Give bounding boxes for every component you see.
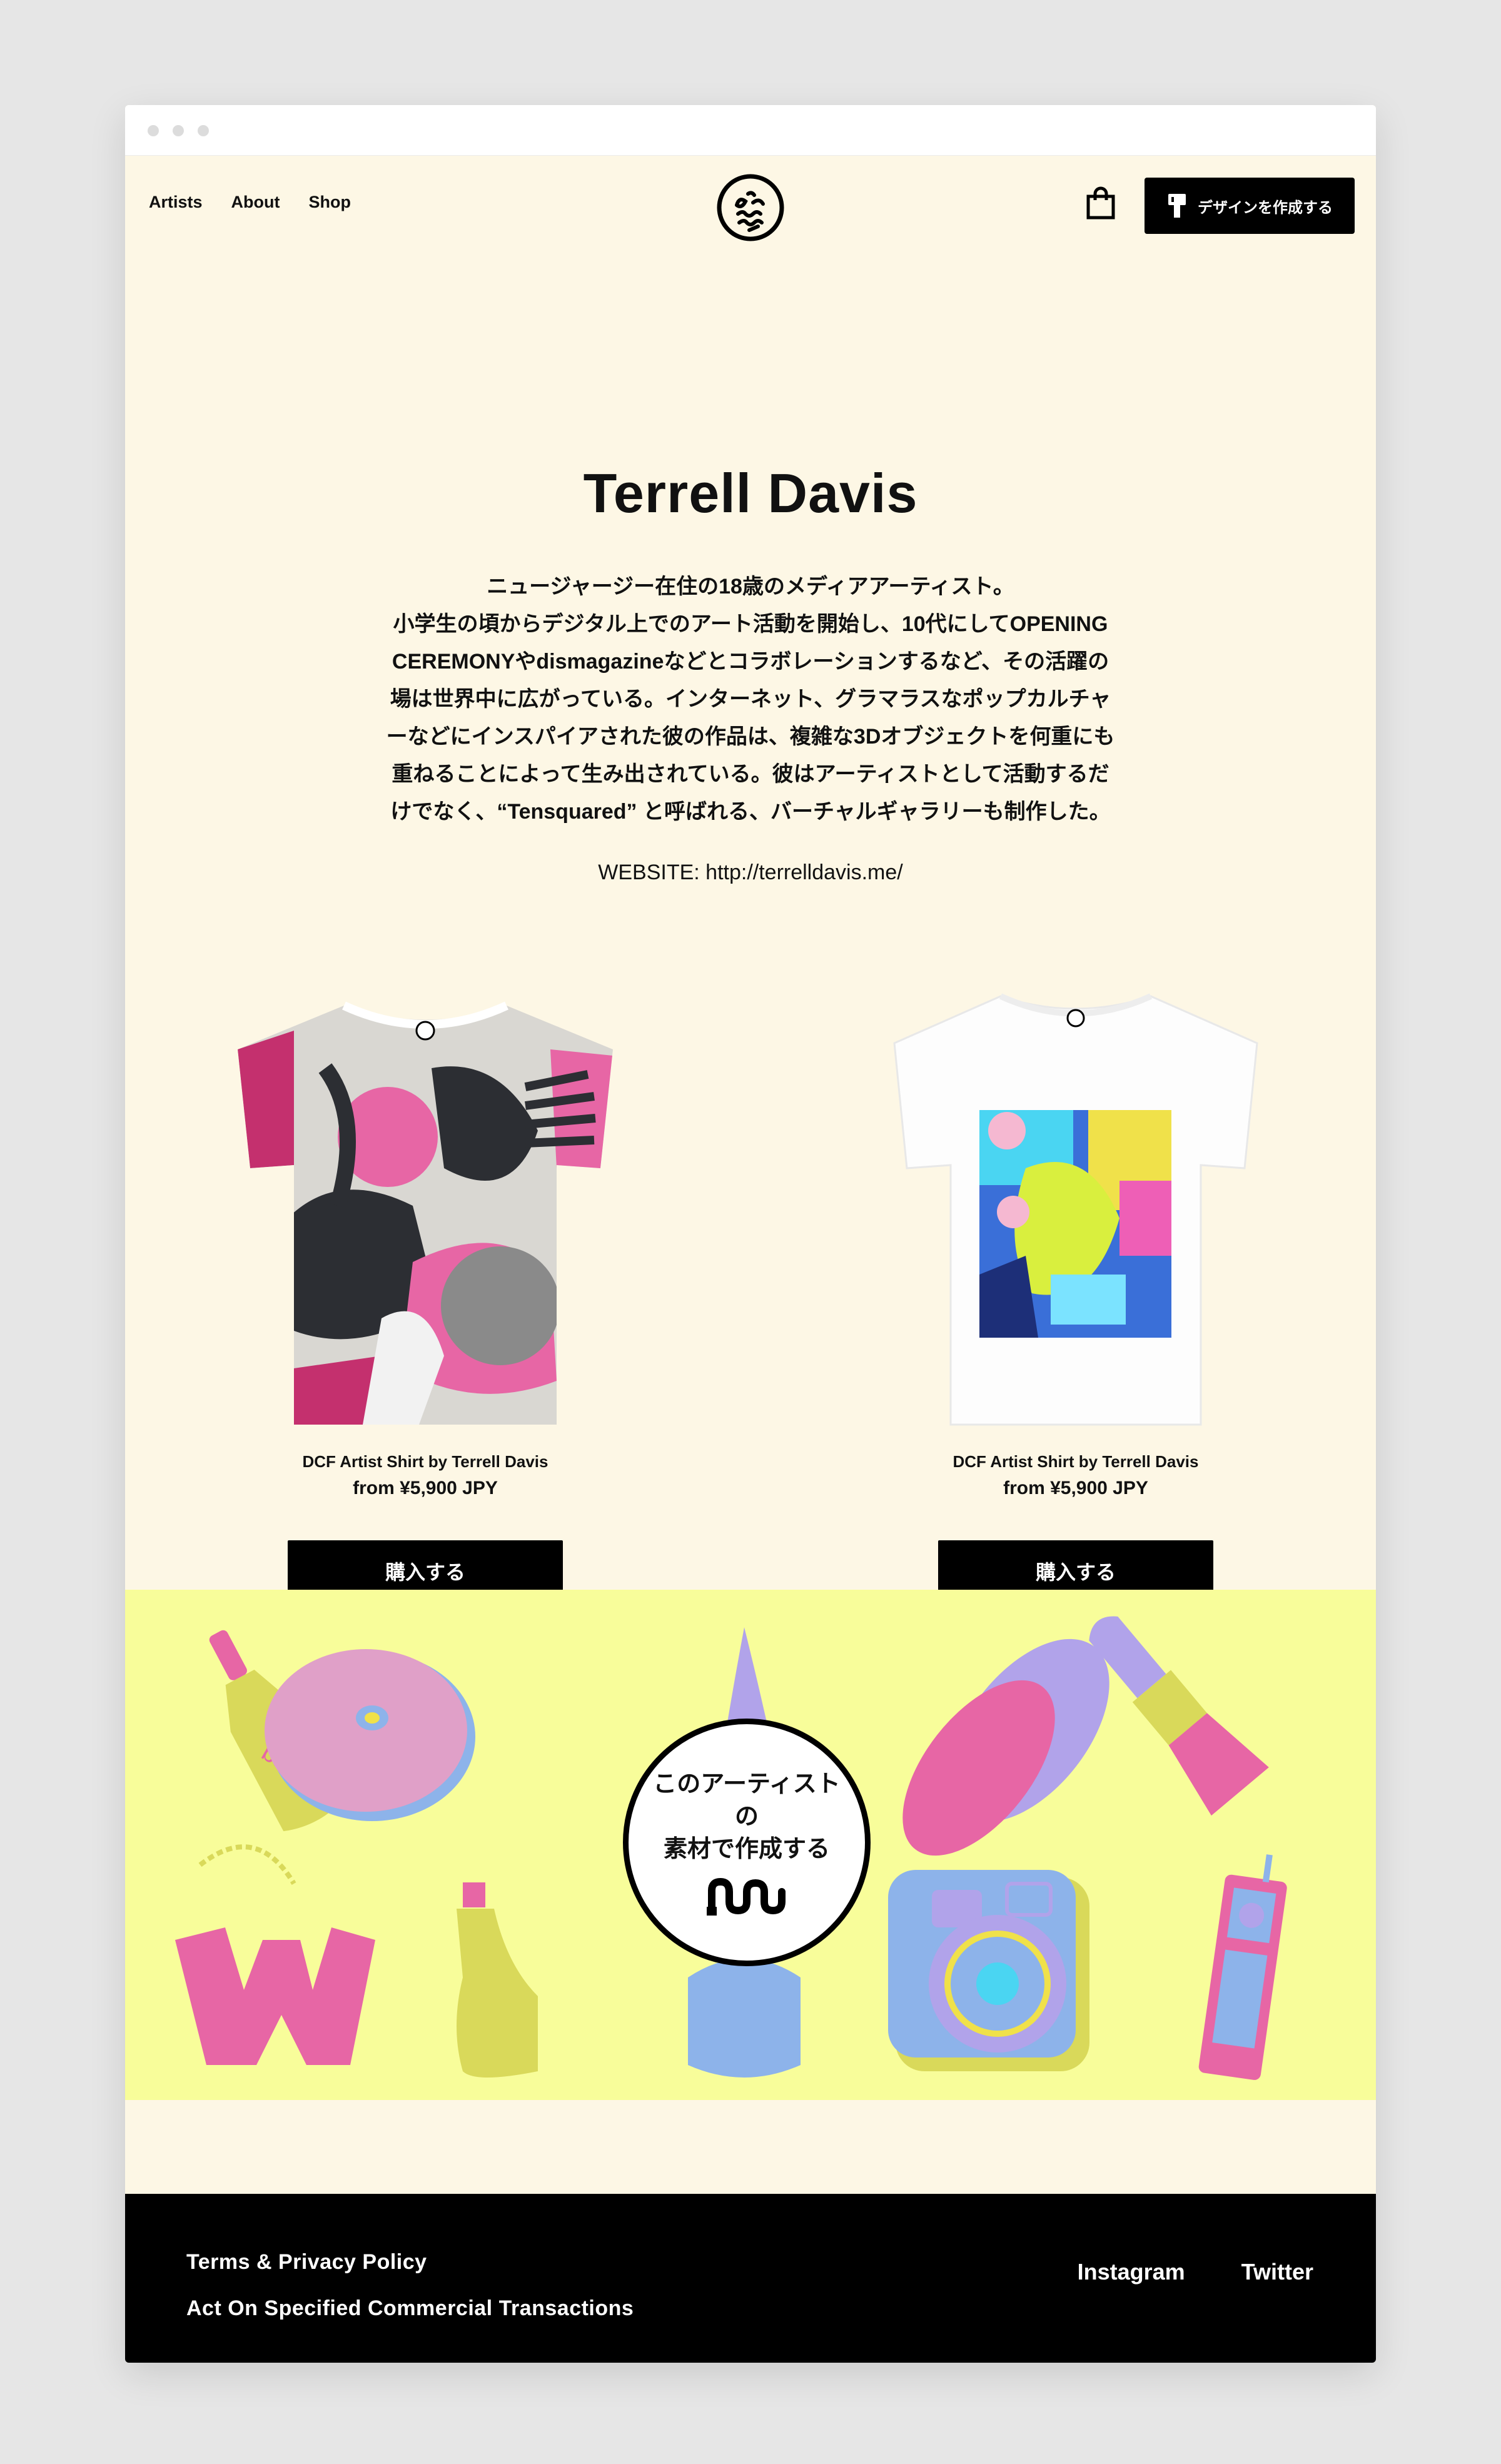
- create-with-artist-assets-button[interactable]: このアーティスト の 素材で作成する: [623, 1719, 871, 1966]
- artist-name: Terrell Davis: [583, 462, 918, 524]
- window-chrome: [125, 105, 1376, 156]
- main-nav: Artists About Shop: [149, 193, 351, 212]
- nav-artists[interactable]: Artists: [149, 193, 203, 212]
- dropper-bottle-icon: [688, 1959, 801, 2078]
- window-dot: [173, 125, 184, 136]
- bio-line: 小学生の頃からデジタル上でのアート活動を開始し、10代にしてOPENING: [393, 612, 1108, 636]
- product-name: DCF Artist Shirt by Terrell Davis: [302, 1452, 548, 1471]
- create-design-button[interactable]: デザインを作成する: [1145, 178, 1355, 234]
- cta-line: の: [734, 1804, 759, 1830]
- commercial-transactions-link[interactable]: Act On Specified Commercial Transactions: [186, 2296, 634, 2320]
- social-links: Instagram Twitter: [1078, 2259, 1313, 2285]
- flip-phone-icon: [1198, 1854, 1287, 2080]
- instant-camera-icon: [888, 1870, 1089, 2071]
- dropper-top-icon: [725, 1627, 769, 1734]
- cta-line: このアーティスト: [653, 1771, 841, 1797]
- bio-line: 重ねることによって生み出されている。彼はアーティストとして活動するだ: [392, 762, 1109, 786]
- terms-privacy-link[interactable]: Terms & Privacy Policy: [186, 2250, 427, 2274]
- site-footer: Terms & Privacy Policy Act On Specified …: [125, 2194, 1376, 2363]
- all-over-print-shirt-image[interactable]: [175, 981, 675, 1443]
- dcf-logo-icon[interactable]: [715, 173, 786, 243]
- letter-w-necklace-icon: [175, 1844, 375, 2065]
- bio-line: ニュージャージー在住の18歳のメディアアーティスト。: [487, 575, 1014, 598]
- bio-line: CEREMONYやdismagazineなどとコラボレーションするなど、その活躍…: [392, 650, 1109, 674]
- footer-links: Terms & Privacy Policy Act On Specified …: [186, 2239, 634, 2331]
- nav-about[interactable]: About: [231, 193, 280, 212]
- bio-line: けでなく、“Tensquared” と呼ばれる、バーチャルギャラリーも制作した。: [390, 800, 1111, 824]
- bio-line: 場は世界中に広がっている。インターネット、グラマラスなポップカルチャ: [390, 687, 1111, 711]
- window-dot: [148, 125, 159, 136]
- product-card: DCF Artist Shirt by Terrell Davis from ¥…: [826, 981, 1326, 1602]
- nav-shop[interactable]: Shop: [309, 193, 351, 212]
- sauce-bottle-icon: [457, 1882, 538, 2078]
- product-price: from ¥5,900 JPY: [353, 1478, 498, 1498]
- product-price: from ¥5,900 JPY: [1003, 1478, 1148, 1498]
- bio-line: ーなどにインスパイアされた彼の作品は、複雑な3Dオブジェクトを何重にも: [386, 725, 1115, 749]
- create-design-label: デザインを作成する: [1198, 199, 1333, 216]
- artist-bio: ニュージャージー在住の18歳のメディアアーティスト。 小学生の頃からデジタル上で…: [363, 568, 1138, 831]
- cta-line: 素材で作成する: [663, 1836, 830, 1862]
- artist-website-link[interactable]: WEBSITE: http://terrelldavis.me/: [125, 861, 1376, 885]
- cart-icon[interactable]: [1086, 186, 1116, 220]
- product-name: DCF Artist Shirt by Terrell Davis: [953, 1452, 1199, 1471]
- instagram-link[interactable]: Instagram: [1078, 2259, 1185, 2285]
- squiggle-brush-icon: [707, 1877, 786, 1916]
- brush-icon: [1168, 194, 1186, 218]
- white-graphic-shirt-image[interactable]: [826, 981, 1326, 1443]
- window-dot: [198, 125, 209, 136]
- twitter-link[interactable]: Twitter: [1241, 2259, 1313, 2285]
- product-card: DCF Artist Shirt by Terrell Davis from ¥…: [175, 981, 675, 1602]
- browser-window: Artists About Shop デザインを作成する Terrell Dav…: [125, 105, 1376, 2363]
